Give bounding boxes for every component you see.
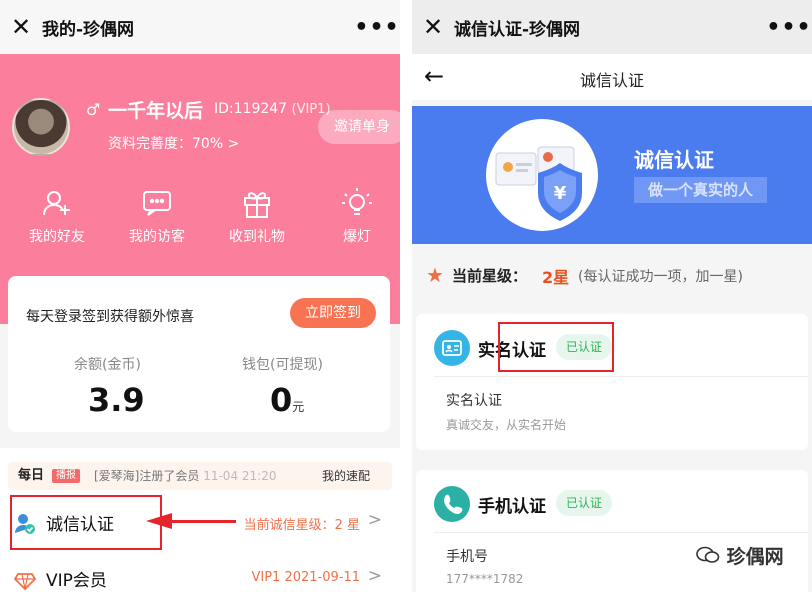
male-gender-icon: ♂ <box>86 100 101 119</box>
balance-label: 余额(金币) <box>74 357 141 373</box>
phone-icon <box>434 486 470 522</box>
wallet-amount: 0 <box>270 381 293 419</box>
quick-menu: 我的好友 我的访客 收到礼物 爆灯 <box>0 184 400 254</box>
card-title: 手机认证 <box>478 497 546 517</box>
broadcast-message: [爱琴海]注册了会员 11-04 21:20 <box>94 462 276 490</box>
more-options-icon[interactable]: ••• <box>354 15 400 40</box>
right-phone-screen: ✕ 诚信认证-珍偶网 ••• ← 诚信认证 ¥ 诚信认证 做一个真实的人 ★ 当… <box>412 0 812 592</box>
username: 一千年以后 <box>108 100 204 122</box>
card-field-value: 177****1782 <box>446 572 524 586</box>
wallet-label: 钱包(可提现) <box>242 357 323 373</box>
sign-in-prompt: 每天登录签到获得额外惊喜 <box>26 309 194 325</box>
star-level-note: (每认证成功一项，加一星) <box>578 269 743 285</box>
shield-certificate-icon: ¥ <box>495 146 582 221</box>
star-icon: ★ <box>426 263 444 287</box>
balance-value[interactable]: 3.9 <box>88 381 145 419</box>
star-level-label: 当前星级： <box>452 267 528 285</box>
id-card-icon <box>434 330 470 366</box>
verified-badge: 已认证 <box>556 490 613 516</box>
quick-item-label: 收到礼物 <box>229 229 285 245</box>
wallet-unit: 元 <box>292 400 305 414</box>
diamond-icon <box>14 573 36 591</box>
card-field-label: 实名认证 <box>446 393 502 409</box>
menu-item-value: 当前诚信星级：2 星 <box>243 518 360 533</box>
current-star-level: ★ 当前星级： 2星 (每认证成功一项，加一星) <box>412 244 812 304</box>
window-title: 诚信认证-珍偶网 <box>454 19 581 40</box>
quick-item-label: 我的好友 <box>29 229 85 245</box>
chevron-right-icon: > <box>367 566 382 586</box>
card-field-label: 手机号 <box>446 549 488 565</box>
chevron-right-icon: > <box>367 510 382 530</box>
title-bar: ✕ 我的-珍偶网 ••• <box>0 0 400 54</box>
broadcast-time: 11-04 21:20 <box>203 469 277 483</box>
close-icon[interactable]: ✕ <box>0 0 42 54</box>
my-match-link[interactable]: 我的速配 <box>322 462 370 490</box>
divider <box>434 376 808 377</box>
profile-completion-link[interactable]: 资料完善度：70% > <box>108 133 239 153</box>
menu-item-vip[interactable]: VIP会员 VIP1 2021-09-11 > <box>0 556 400 592</box>
sign-in-card: 每天登录签到获得额外惊喜 立即签到 余额(金币) 3.9 钱包(可提现) 0元 <box>8 276 390 432</box>
watermark-text: 珍偶网 <box>726 546 784 568</box>
broadcast-text: [爱琴海]注册了会员 <box>94 469 200 483</box>
window-title: 我的-珍偶网 <box>42 19 135 40</box>
title-bar: ✕ 诚信认证-珍偶网 ••• <box>412 0 812 54</box>
annotation-highlight-box <box>10 495 162 550</box>
banner-subtitle: 做一个真实的人 <box>634 177 768 203</box>
close-icon[interactable]: ✕ <box>412 0 454 54</box>
annotation-highlight-box <box>498 322 614 372</box>
message-icon <box>112 184 202 222</box>
banner-illustration: ¥ <box>486 119 598 231</box>
quick-item-friends[interactable]: 我的好友 <box>12 184 102 246</box>
card-field-description: 真诚交友，从实名开始 <box>446 418 567 432</box>
wechat-icon <box>696 546 720 563</box>
watermark: 珍偶网 <box>696 542 784 569</box>
annotation-arrow <box>170 520 236 523</box>
gift-icon <box>212 184 302 222</box>
more-options-icon[interactable]: ••• <box>766 15 812 40</box>
daily-broadcast-bar[interactable]: 每日 播报 [爱琴海]注册了会员 11-04 21:20 我的速配 <box>8 462 392 490</box>
divider <box>434 532 808 533</box>
quick-item-visitors[interactable]: 我的访客 <box>112 184 202 246</box>
invite-single-button[interactable]: 邀请单身 <box>318 110 400 144</box>
user-id-number: ID:119247 <box>214 101 288 117</box>
quick-item-highlight[interactable]: 爆灯 <box>312 184 400 246</box>
star-level-value: 2星 <box>542 268 570 287</box>
avatar[interactable] <box>12 98 70 156</box>
wallet-value[interactable]: 0元 <box>270 381 304 419</box>
nav-bar: ← 诚信认证 <box>412 54 812 100</box>
broadcast-badge: 播报 <box>52 469 80 483</box>
page-title: 诚信认证 <box>579 71 644 90</box>
quick-item-label: 爆灯 <box>343 229 371 245</box>
quick-item-label: 我的访客 <box>129 229 185 245</box>
menu-item-value: VIP1 2021-09-11 <box>251 570 360 585</box>
add-friend-icon <box>12 184 102 222</box>
certification-banner: ¥ 诚信认证 做一个真实的人 <box>412 106 812 244</box>
left-phone-screen: ✕ 我的-珍偶网 ••• ♂ 一千年以后 ID:119247 (VIP1) 邀请… <box>0 0 400 592</box>
quick-item-gifts[interactable]: 收到礼物 <box>212 184 302 246</box>
banner-title: 诚信认证 <box>634 148 714 172</box>
user-id: ID:119247 (VIP1) <box>214 101 331 117</box>
daily-tag: 每日 <box>18 468 45 483</box>
sign-in-button[interactable]: 立即签到 <box>290 298 376 328</box>
phone-certification-card[interactable]: 手机认证 已认证 手机号 177****1782 <box>416 470 808 592</box>
menu-item-label: VIP会员 <box>46 571 107 591</box>
svg-text:¥: ¥ <box>554 183 567 204</box>
lightbulb-icon <box>312 184 400 222</box>
annotation-arrow-head <box>146 513 172 529</box>
